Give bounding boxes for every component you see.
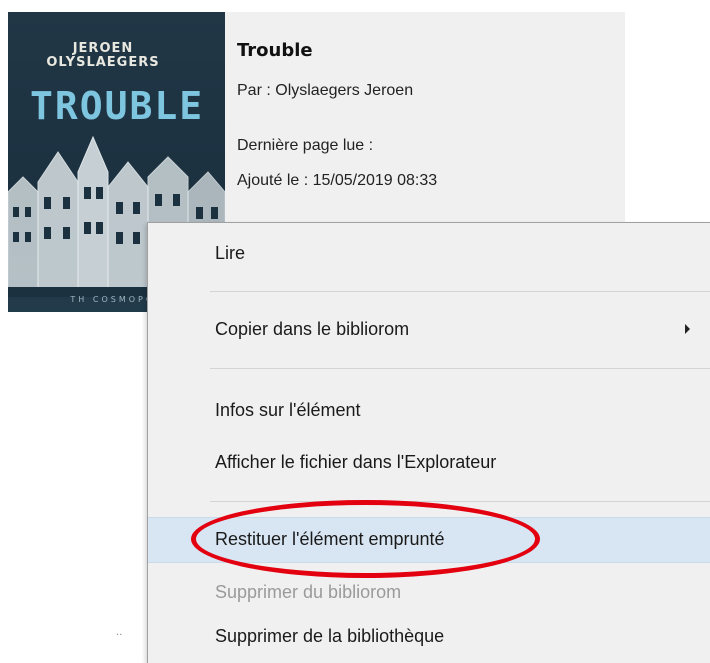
menu-item-item-info[interactable]: Infos sur l'élément (148, 389, 710, 433)
menu-item-label: Lire (215, 243, 246, 263)
author-label: Par : (237, 82, 271, 99)
context-menu: Lire Copier dans le bibliorom Infos sur … (147, 222, 710, 663)
menu-item-label: Infos sur l'élément (215, 400, 361, 420)
cover-title: TROUBLE (30, 84, 205, 128)
menu-item-show-in-explorer[interactable]: Afficher le fichier dans l'Explorateur (148, 441, 710, 485)
menu-item-delete-from-device: Supprimer du bibliorom (148, 571, 710, 615)
menu-item-read[interactable]: Lire (148, 232, 710, 276)
author-name: Olyslaegers Jeroen (275, 82, 414, 99)
book-author-row: Par : Olyslaegers Jeroen (237, 82, 413, 100)
decorative-dots: ·· (116, 630, 123, 641)
cover-author-first-name: JEROEN (72, 41, 134, 56)
last-page-label: Dernière page lue : (237, 137, 374, 154)
added-date: 15/05/2019 08:33 (312, 172, 438, 189)
menu-item-delete-from-library[interactable]: Supprimer de la bibliothèque (148, 615, 710, 659)
menu-separator (210, 368, 710, 369)
added-date-row: Ajouté le : 15/05/2019 08:33 (237, 172, 437, 190)
cover-author-last-name: OLYSLAEGERS (46, 55, 160, 70)
menu-separator (210, 291, 710, 292)
menu-item-label: Supprimer de la bibliothèque (215, 626, 445, 646)
menu-item-copy-to-device[interactable]: Copier dans le bibliorom (148, 308, 710, 352)
menu-item-label: Afficher le fichier dans l'Explorateur (215, 452, 497, 472)
menu-item-label: Restituer l'élément emprunté (215, 529, 445, 549)
book-title: Trouble (237, 40, 313, 61)
added-label: Ajouté le : (237, 172, 309, 189)
menu-item-return-borrowed[interactable]: Restituer l'élément emprunté (148, 517, 710, 563)
menu-item-label: Supprimer du bibliorom (215, 582, 402, 602)
submenu-arrow-icon (685, 324, 690, 334)
menu-item-label: Copier dans le bibliorom (215, 319, 410, 339)
cover-author: JEROEN OLYSLAEGERS (8, 42, 198, 70)
menu-separator (210, 501, 710, 502)
